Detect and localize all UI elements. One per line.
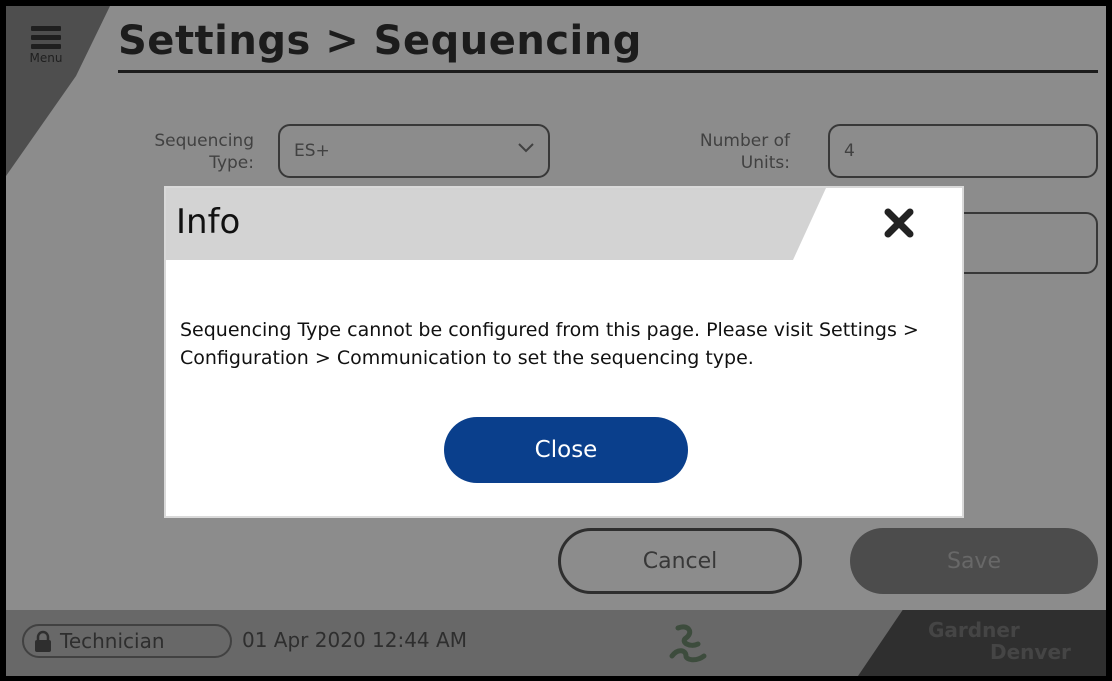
close-x-icon[interactable] (882, 206, 916, 240)
dialog-close-button[interactable]: Close (444, 417, 688, 483)
dialog-header: Info (166, 188, 826, 260)
dialog-title: Info (176, 202, 241, 242)
info-dialog: Info Sequencing Type cannot be configure… (164, 186, 964, 518)
dialog-message-line1: Sequencing Type cannot be configured fro… (180, 319, 919, 341)
dialog-message: Sequencing Type cannot be configured fro… (180, 316, 950, 372)
dialog-message-line2: Configuration > Communication to set the… (180, 347, 754, 369)
